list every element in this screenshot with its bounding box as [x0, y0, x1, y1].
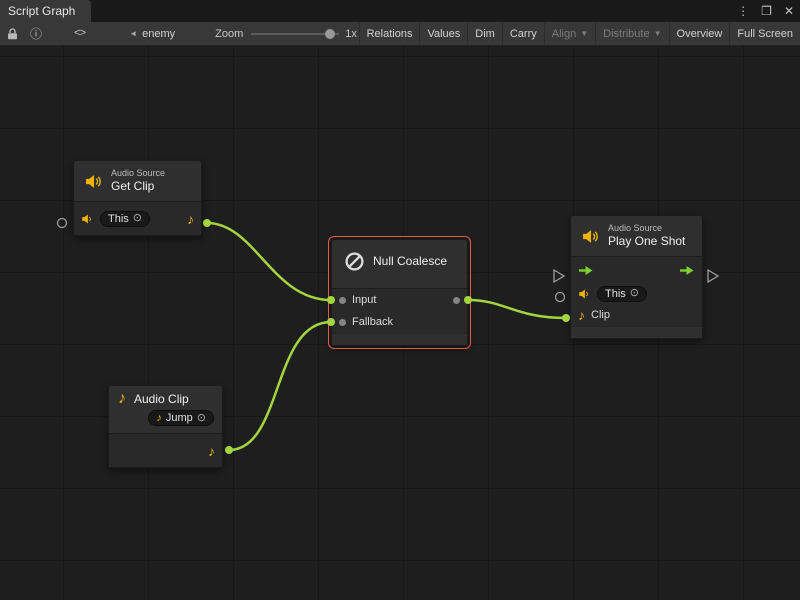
audio-clip-output-icon: ♪ — [187, 212, 194, 226]
fullscreen-button[interactable]: Full Screen — [729, 22, 800, 45]
play-one-shot-this-row: This ⊙ — [571, 283, 702, 304]
parent-graph-arrow-icon: ◄ — [129, 29, 137, 38]
clip-value-icon: ♪ — [156, 413, 162, 424]
node-get-clip-titles: Audio Source Get Clip — [111, 168, 165, 194]
flow-input-triangle-port[interactable] — [554, 270, 564, 282]
node-title: Null Coalesce — [373, 254, 447, 269]
object-picker-icon[interactable]: ⊙ — [133, 213, 142, 224]
object-picker-icon[interactable]: ⊙ — [197, 413, 206, 424]
flow-in-arrow-icon[interactable] — [578, 265, 594, 276]
node-title: Get Clip — [111, 179, 165, 194]
input-port-label: Input — [352, 294, 376, 306]
object-picker-icon[interactable]: ⊙ — [630, 288, 639, 299]
play-one-shot-clip-row: ♪ Clip — [571, 304, 702, 326]
lock-icon[interactable] — [7, 28, 18, 40]
node-audio-clip[interactable]: ♪ Audio Clip ♪ Jump ⊙ ♪ — [108, 385, 223, 468]
unity-script-graph-window: Script Graph ⋮ ❐ ✕ ⓘ <> ◄ enemy Zoom 1x … — [0, 0, 800, 600]
tab-script-graph[interactable]: Script Graph — [0, 0, 91, 22]
distribute-dropdown[interactable]: Distribute ▼ — [595, 22, 668, 45]
audio-clip-object-field[interactable]: ♪ Jump ⊙ — [148, 410, 214, 426]
node-get-clip[interactable]: Audio Source Get Clip This ⊙ ♪ — [73, 160, 202, 236]
speaker-icon — [81, 213, 94, 225]
node-category: Audio Source — [608, 223, 685, 234]
toolbar-buttons: Relations Values Dim Carry Align ▼ Distr… — [359, 22, 800, 45]
getclip-this-input-port[interactable] — [58, 219, 67, 228]
speaker-icon — [578, 288, 591, 300]
zoom-label: Zoom — [215, 28, 243, 40]
wire-getclip-to-input[interactable] — [207, 223, 331, 300]
fallback-port-label: Fallback — [352, 316, 393, 328]
play-one-shot-flow-row — [571, 257, 702, 283]
flow-output-triangle-port[interactable] — [708, 270, 718, 282]
target-value: This — [605, 288, 626, 300]
node-play-one-shot-titles: Audio Source Play One Shot — [608, 223, 685, 249]
zoom-slider-knob[interactable] — [325, 29, 335, 39]
graph-canvas[interactable]: Audio Source Get Clip This ⊙ ♪ — [0, 46, 800, 600]
carry-button[interactable]: Carry — [502, 22, 544, 45]
node-footer — [332, 333, 467, 345]
dim-button[interactable]: Dim — [467, 22, 502, 45]
node-play-one-shot-header: Audio Source Play One Shot — [571, 216, 702, 256]
chevron-down-icon: ▼ — [654, 29, 662, 38]
wire-endpoint-dot[interactable] — [203, 219, 211, 227]
clip-port-icon: ♪ — [578, 308, 585, 322]
graph-breadcrumb[interactable]: ◄ enemy — [129, 28, 175, 40]
kebab-menu-icon[interactable]: ⋮ — [737, 5, 749, 17]
graph-toolbar: ⓘ <> ◄ enemy Zoom 1x Relations Values Di… — [0, 22, 800, 46]
tab-label: Script Graph — [8, 4, 75, 18]
audio-clip-icon: ♪ — [118, 391, 126, 407]
align-dropdown[interactable]: Align ▼ — [544, 22, 595, 45]
null-coalesce-icon — [344, 251, 365, 272]
code-view-icon[interactable]: <> — [74, 28, 85, 40]
node-null-coalesce[interactable]: Null Coalesce Input Fallback — [331, 239, 468, 346]
node-footer — [571, 326, 702, 338]
values-button[interactable]: Values — [419, 22, 467, 45]
audio-source-icon — [84, 173, 103, 190]
null-coalesce-input-row: Input — [332, 289, 467, 311]
fallback-port[interactable] — [339, 319, 346, 326]
wire-endpoint-dot[interactable] — [562, 314, 570, 322]
node-null-coalesce-header: Null Coalesce — [332, 240, 467, 283]
node-audio-clip-header: ♪ Audio Clip — [109, 386, 222, 410]
clip-value: Jump — [166, 412, 193, 424]
relations-button[interactable]: Relations — [359, 22, 420, 45]
play-one-shot-target-field[interactable]: This ⊙ — [597, 286, 647, 302]
distribute-label: Distribute — [603, 28, 649, 40]
chevron-down-icon: ▼ — [580, 29, 588, 38]
close-icon[interactable]: ✕ — [784, 5, 794, 17]
node-title: Audio Clip — [134, 392, 189, 407]
audio-clip-field-row: ♪ Jump ⊙ — [109, 410, 222, 433]
zoom-slider[interactable] — [251, 28, 339, 40]
get-clip-target-field[interactable]: This ⊙ — [100, 211, 150, 227]
flow-out-arrow-icon[interactable] — [679, 265, 695, 276]
lock-icon-svg — [7, 28, 18, 40]
node-get-clip-header: Audio Source Get Clip — [74, 161, 201, 201]
result-port[interactable] — [453, 297, 460, 304]
overview-button[interactable]: Overview — [669, 22, 730, 45]
wire-result-to-clip[interactable] — [468, 300, 566, 318]
wire-audioclip-to-fallback[interactable] — [229, 322, 331, 450]
input-port[interactable] — [339, 297, 346, 304]
target-value: This — [108, 213, 129, 225]
graph-name: enemy — [142, 28, 175, 40]
info-icon[interactable]: ⓘ — [30, 25, 42, 42]
null-coalesce-fallback-row: Fallback — [332, 311, 467, 333]
playoneshot-this-input-port[interactable] — [556, 293, 565, 302]
clip-port-label: Clip — [591, 309, 610, 321]
maximize-icon[interactable]: ❐ — [761, 5, 772, 17]
wire-endpoint-dot[interactable] — [225, 446, 233, 454]
audio-clip-output-row: ♪ — [109, 434, 222, 467]
align-label: Align — [552, 28, 576, 40]
node-title: Play One Shot — [608, 234, 685, 249]
zoom-value: 1x — [345, 28, 357, 40]
node-play-one-shot[interactable]: Audio Source Play One Shot — [570, 215, 703, 339]
node-category: Audio Source — [111, 168, 165, 179]
tab-bar: Script Graph ⋮ ❐ ✕ — [0, 0, 800, 22]
audio-clip-output-icon: ♪ — [208, 444, 215, 458]
audio-source-icon — [581, 228, 600, 245]
get-clip-this-row: This ⊙ ♪ — [74, 202, 201, 235]
window-controls: ⋮ ❐ ✕ — [737, 0, 794, 22]
